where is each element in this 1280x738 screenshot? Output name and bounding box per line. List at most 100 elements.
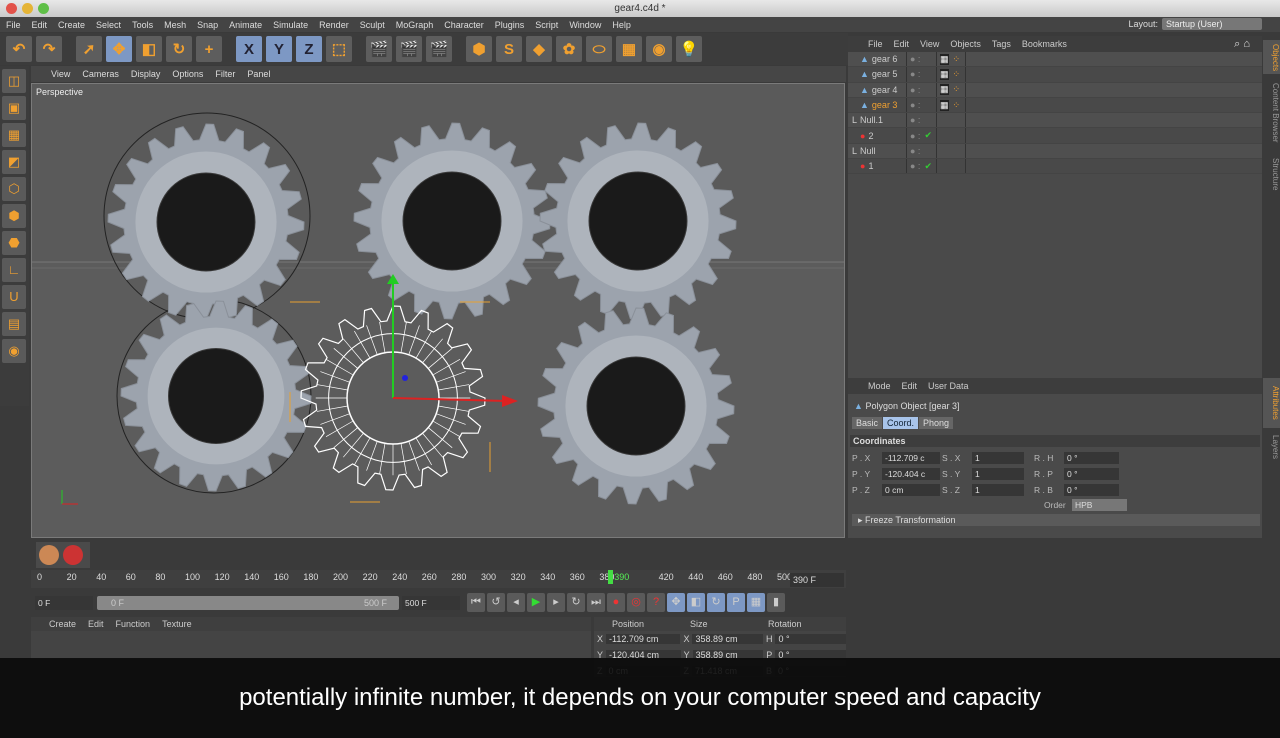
visibility-toggle[interactable]: ● : — [906, 143, 936, 159]
menu-plugins[interactable]: Plugins — [495, 20, 525, 30]
live-selection-button[interactable]: ➚ — [76, 36, 102, 62]
coord-field-r-b[interactable]: 0 ° — [1064, 484, 1119, 496]
keyframe-selection-icon[interactable]: ? — [647, 593, 665, 612]
object-row[interactable]: ▲ gear 5 ● : ▦ ⁘ — [848, 67, 1262, 83]
workplane-icon[interactable]: ◩ — [2, 150, 26, 174]
timeline-ruler[interactable]: 0 20 40 60 80 100 120 140 160 180 200 220 240 260 280 3… — [31, 570, 846, 588]
scene-canvas[interactable] — [32, 84, 845, 538]
camera-button[interactable]: ◉ — [646, 36, 672, 62]
minimize-window-button[interactable] — [22, 3, 33, 14]
lock-icon[interactable]: ◉ — [2, 339, 26, 363]
floor-button[interactable]: ▦ — [616, 36, 642, 62]
texture-tag-icon[interactable]: ▦ — [940, 53, 949, 65]
object-row[interactable]: ▲ gear 3 ● : ▦ ⁘ — [848, 97, 1262, 114]
menu-simulate[interactable]: Simulate — [273, 20, 308, 30]
menu-script[interactable]: Script — [535, 20, 558, 30]
phong-tag-icon[interactable]: ⁘ — [953, 100, 961, 111]
coord-pos-field[interactable]: -112.709 cm — [606, 634, 681, 644]
coordinate-system-button[interactable]: ⬚ — [326, 36, 352, 62]
param-key-icon[interactable]: P — [727, 593, 745, 612]
attr-menu-user-data[interactable]: User Data — [928, 381, 969, 391]
go-to-start-icon[interactable]: ⏮ — [467, 593, 485, 612]
light-button[interactable]: 💡 — [676, 36, 702, 62]
freeze-transformation-toggle[interactable]: ▸ Freeze Transformation — [852, 514, 1260, 526]
menu-sculpt[interactable]: Sculpt — [360, 20, 385, 30]
coord-field-s-z[interactable]: 1 — [972, 484, 1024, 496]
menu-mesh[interactable]: Mesh — [164, 20, 186, 30]
texture-mode-icon[interactable]: ▦ — [2, 123, 26, 147]
object-row[interactable]: ▲ gear 6 ● : ▦ ⁘ — [848, 52, 1262, 68]
search-icon[interactable]: ⌕ ⌂ — [1234, 38, 1250, 51]
end-frame-field[interactable]: 500 F — [402, 596, 460, 610]
model-mode-icon[interactable]: ◫ — [2, 69, 26, 93]
polygons-mode-icon[interactable]: ⬣ — [2, 231, 26, 255]
coord-field-p-x[interactable]: -112.709 c — [882, 452, 940, 464]
visibility-toggle[interactable]: ● : — [906, 82, 936, 97]
go-to-end-icon[interactable]: ⏭ — [587, 593, 605, 612]
cube-button[interactable]: ⬢ — [466, 36, 492, 62]
visibility-toggle[interactable]: ● : ✔ — [906, 159, 936, 174]
viewport-perspective[interactable]: Perspective — [31, 83, 845, 538]
layout-selector[interactable]: Layout: Startup (User) — [1128, 18, 1262, 30]
start-frame-field[interactable]: 0 F — [35, 596, 93, 610]
tab-objects[interactable]: Objects — [1263, 40, 1280, 74]
viewport-menu-display[interactable]: Display — [131, 69, 161, 79]
array-button[interactable]: ✿ — [556, 36, 582, 62]
tab-content-browser[interactable]: Content Browser — [1263, 78, 1280, 148]
tab-attributes[interactable]: Attributes — [1263, 378, 1280, 428]
current-frame-field[interactable]: 390 F — [790, 573, 844, 587]
next-frame-icon[interactable]: ▸ — [547, 593, 565, 612]
move-key-icon[interactable]: ✥ — [667, 593, 685, 612]
scale-key-icon[interactable]: ◧ — [687, 593, 705, 612]
phong-tag-icon[interactable]: ⁘ — [953, 84, 961, 95]
menu-character[interactable]: Character — [444, 20, 484, 30]
edges-mode-icon[interactable]: ⬢ — [2, 204, 26, 228]
subdivision-button[interactable]: ◆ — [526, 36, 552, 62]
x-axis-button[interactable]: X — [236, 36, 262, 62]
phong-tag-icon[interactable]: ⁘ — [953, 54, 961, 65]
object-row[interactable]: ● 1 ● : ✔ — [848, 159, 1262, 175]
menu-select[interactable]: Select — [96, 20, 121, 30]
visibility-toggle[interactable]: ● : — [906, 67, 936, 82]
coord-field-p-y[interactable]: -120.404 c — [882, 468, 940, 480]
viewport-menu-panel[interactable]: Panel — [247, 69, 270, 79]
menu-window[interactable]: Window — [569, 20, 601, 30]
magnet-icon[interactable]: U — [2, 285, 26, 309]
tab-structure[interactable]: Structure — [1263, 152, 1280, 196]
record-icon[interactable]: ● — [607, 593, 625, 612]
order-select[interactable]: HPB — [1072, 499, 1127, 511]
rotate-button[interactable]: ↻ — [166, 36, 192, 62]
tab-phong[interactable]: Phong — [919, 417, 954, 429]
phong-tag-icon[interactable]: ⁘ — [953, 69, 961, 80]
gear-icon[interactable] — [63, 545, 83, 565]
object-row[interactable]: L Null.1 ● : — [848, 113, 1262, 129]
viewport-menu-options[interactable]: Options — [172, 69, 203, 79]
pla-key-icon[interactable]: ▦ — [747, 593, 765, 612]
scale-button[interactable]: ◧ — [136, 36, 162, 62]
object-row[interactable]: ● 2 ● : ✔ — [848, 128, 1262, 144]
previous-key-icon[interactable]: ↺ — [487, 593, 505, 612]
object-row[interactable]: ▲ gear 4 ● : ▦ ⁘ — [848, 82, 1262, 98]
visibility-toggle[interactable]: ● : — [906, 97, 936, 113]
z-axis-button[interactable]: Z — [296, 36, 322, 62]
playhead[interactable] — [608, 570, 614, 584]
menu-edit[interactable]: Edit — [32, 20, 48, 30]
texture-tag-icon[interactable]: ▦ — [940, 68, 949, 80]
coord-field-p-z[interactable]: 0 cm — [882, 484, 940, 496]
visibility-toggle[interactable]: ● : — [906, 52, 936, 67]
menu-help[interactable]: Help — [612, 20, 631, 30]
hair-icon[interactable] — [39, 545, 59, 565]
material-menu-function[interactable]: Function — [116, 619, 151, 629]
object-row[interactable]: L Null ● : — [848, 143, 1262, 160]
material-menu-texture[interactable]: Texture — [162, 619, 192, 629]
menu-create[interactable]: Create — [58, 20, 85, 30]
tab-coord[interactable]: Coord. — [883, 417, 919, 429]
tab-basic[interactable]: Basic — [852, 417, 883, 429]
add-button[interactable]: + — [196, 36, 222, 62]
coord-size-field[interactable]: 358.89 cm — [692, 634, 763, 644]
viewport-menu-cameras[interactable]: Cameras — [82, 69, 119, 79]
render-view-button[interactable]: 🎬 — [366, 36, 392, 62]
undo-button[interactable]: ↶ — [6, 36, 32, 62]
render-picture-viewer-button[interactable]: 🎬 — [396, 36, 422, 62]
autokey-icon[interactable]: ◎ — [627, 593, 645, 612]
